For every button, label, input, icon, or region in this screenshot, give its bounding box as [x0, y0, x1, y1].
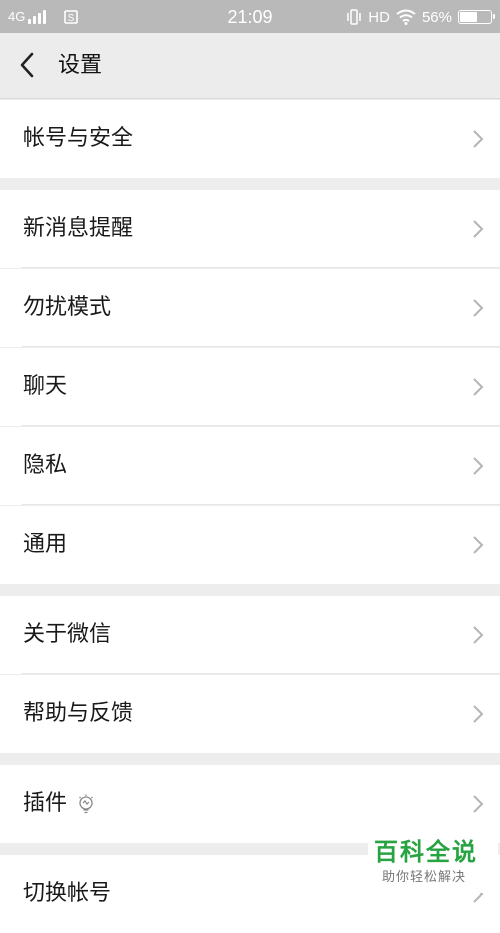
battery-percent: 56% — [421, 8, 452, 26]
chevron-right-icon — [473, 536, 484, 554]
settings-item-plugins[interactable]: 插件 — [0, 765, 500, 843]
settings-item-general[interactable]: 通用 — [0, 506, 500, 584]
chevron-right-icon — [473, 795, 484, 813]
divider — [22, 504, 500, 505]
settings-item-label: 关于微信 — [23, 622, 112, 647]
plugin-bulb-icon — [79, 794, 93, 814]
settings-item-label: 勿扰模式 — [23, 295, 112, 320]
settings-item-label: 聊天 — [23, 374, 68, 399]
page-title: 设置 — [58, 53, 103, 78]
settings-item-about-wechat[interactable]: 关于微信 — [0, 596, 500, 674]
settings-item-help-feedback[interactable]: 帮助与反馈 — [0, 675, 500, 753]
settings-item-label-wrap: 插件 — [23, 789, 95, 819]
battery-level — [460, 12, 477, 22]
chevron-right-icon — [473, 378, 484, 396]
chevron-right-icon — [473, 626, 484, 644]
divider — [22, 425, 500, 426]
vibrate-icon — [347, 9, 362, 25]
settings-item-privacy[interactable]: 隐私 — [0, 427, 500, 505]
battery-icon — [458, 10, 495, 24]
settings-item-label: 隐私 — [23, 453, 68, 478]
settings-item-label: 帮助与反馈 — [23, 701, 134, 726]
settings-item-label: 新消息提醒 — [23, 216, 134, 241]
chevron-right-icon — [473, 299, 484, 317]
chevron-right-icon — [473, 705, 484, 723]
chevron-right-icon — [473, 130, 484, 148]
settings-item-label: 插件 — [23, 791, 68, 816]
divider — [22, 267, 500, 268]
divider — [22, 673, 500, 674]
back-chevron-icon[interactable] — [10, 47, 46, 83]
watermark-subtitle: 助你轻松解决 — [382, 870, 467, 885]
settings-item-label: 帐号与安全 — [23, 126, 134, 151]
wifi-icon — [396, 9, 416, 25]
divider — [22, 346, 500, 347]
app-header: 设置 — [0, 33, 500, 99]
settings-item-account-security[interactable]: 帐号与安全 — [0, 100, 500, 178]
chevron-right-icon — [473, 457, 484, 475]
chevron-right-icon — [473, 220, 484, 238]
watermark-title: 百科全说 — [374, 838, 478, 866]
status-bar: 4G S 21:09 HD 56% — [0, 0, 500, 33]
settings-item-new-message-alerts[interactable]: 新消息提醒 — [0, 190, 500, 268]
settings-item-chat[interactable]: 聊天 — [0, 348, 500, 426]
hd-label: HD — [368, 8, 390, 26]
watermark-logo: 百科全说 助你轻松解决 — [368, 833, 498, 893]
status-bar-right: HD 56% — [346, 7, 495, 27]
settings-item-label: 通用 — [23, 532, 68, 557]
settings-item-label: 切换帐号 — [23, 881, 112, 906]
settings-item-do-not-disturb[interactable]: 勿扰模式 — [0, 269, 500, 347]
